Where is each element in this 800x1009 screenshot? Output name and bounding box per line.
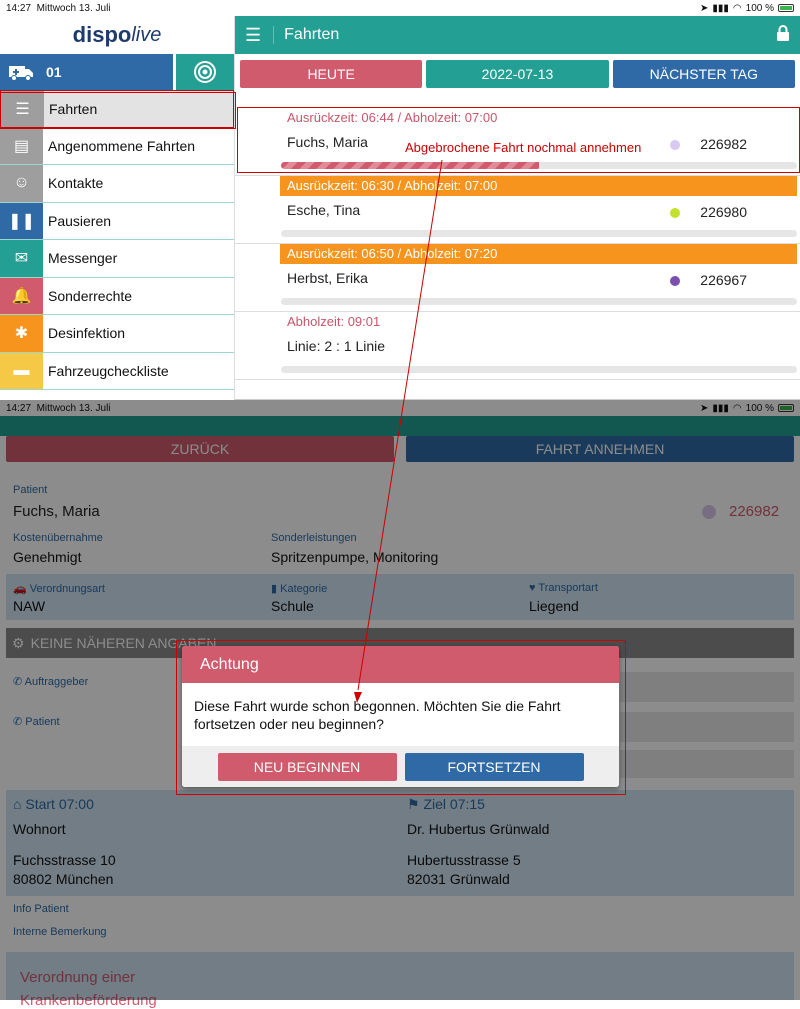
trip-row[interactable]: Abholzeit: 09:01 Linie: 2 : 1 Linie bbox=[235, 312, 800, 380]
trip-progress bbox=[281, 298, 797, 305]
trip-row[interactable]: Ausrückzeit: 06:50 / Abholzeit: 07:20 Her… bbox=[235, 244, 800, 312]
wifi-icon: ◠ bbox=[732, 2, 742, 14]
highlight-fahrten bbox=[0, 92, 236, 129]
trip-name: Linie: 2 : 1 Linie bbox=[287, 338, 386, 354]
trip-times: Abholzeit: 09:01 bbox=[287, 314, 381, 329]
highlight-dialog bbox=[176, 640, 626, 795]
main-panel: ☰ Fahrten HEUTE 2022-07-13 NÄCHSTER TAG … bbox=[235, 16, 800, 400]
logo-main: dispo bbox=[72, 22, 132, 47]
status-bar: 14:27 Mittwoch 13. Juli ➤ ▮▮▮ ◠ 100 % bbox=[0, 0, 800, 16]
sidebar-item-label: Sonderrechte bbox=[48, 287, 133, 304]
vehicle-id: 01 bbox=[46, 64, 62, 80]
page-title: Fahrten bbox=[273, 26, 339, 44]
sidebar-item-desinfektion[interactable]: ✱ Desinfektion bbox=[0, 315, 234, 353]
trip-times: Ausrückzeit: 06:30 / Abholzeit: 07:00 bbox=[280, 176, 797, 196]
radio-button[interactable] bbox=[176, 54, 234, 90]
battery-icon bbox=[778, 4, 794, 12]
broadcast-icon bbox=[194, 61, 216, 83]
users-icon: ☺ bbox=[0, 165, 43, 202]
sidebar-item-sonderrechte[interactable]: 🔔 Sonderrechte bbox=[0, 277, 234, 315]
sidebar-item-kontakte[interactable]: ☺ Kontakte bbox=[0, 165, 234, 203]
sidebar-menu: ☰ Fahrten ▤ Angenommene Fahrten ☺ Kontakte ❚❚ P… bbox=[0, 90, 234, 390]
sidebar-item-label: Angenommene Fahrten bbox=[48, 137, 196, 154]
trip-number: 226967 bbox=[700, 272, 747, 288]
sidebar-item-fahrzeugcheckliste[interactable]: ▬ Fahrzeugcheckliste bbox=[0, 352, 234, 390]
bug-icon: ✱ bbox=[0, 315, 43, 352]
next-day-button[interactable]: NÄCHSTER TAG bbox=[612, 60, 795, 88]
mail-icon: ✉ bbox=[0, 240, 43, 277]
sidebar-item-label: Pausieren bbox=[48, 212, 112, 229]
annotation-text: Abgebrochene Fahrt nochmal annehmen bbox=[405, 140, 642, 155]
trip-progress bbox=[281, 366, 797, 373]
trip-dot bbox=[670, 208, 680, 218]
trip-times: Ausrückzeit: 06:50 / Abholzeit: 07:20 bbox=[280, 244, 797, 264]
trip-number: 226980 bbox=[700, 204, 747, 220]
sidebar-item-angenommene-fahrten[interactable]: ▤ Angenommene Fahrten bbox=[0, 127, 234, 165]
ambulance-icon bbox=[9, 66, 33, 81]
sidebar-item-label: Desinfektion bbox=[48, 325, 126, 342]
lock-icon[interactable] bbox=[776, 24, 790, 46]
pause-icon: ❚❚ bbox=[0, 202, 43, 239]
location-icon: ➤ bbox=[700, 2, 709, 14]
vehicle-bar: 01 bbox=[0, 54, 234, 90]
sidebar-item-label: Kontakte bbox=[48, 175, 104, 192]
trip-row[interactable]: Ausrückzeit: 06:30 / Abholzeit: 07:00 Esc… bbox=[235, 176, 800, 244]
date-button[interactable]: 2022-07-13 bbox=[426, 60, 609, 88]
trip-progress bbox=[281, 230, 797, 237]
divider bbox=[240, 94, 795, 108]
today-button[interactable]: HEUTE bbox=[240, 60, 423, 88]
id-card-icon: ▤ bbox=[0, 127, 43, 164]
trip-dot bbox=[670, 276, 680, 286]
hamburger-icon[interactable]: ☰ bbox=[245, 25, 261, 46]
bell-icon: 🔔 bbox=[0, 277, 43, 314]
logo: dispo live bbox=[0, 16, 234, 54]
book-icon: ▬ bbox=[0, 352, 43, 389]
sidebar-item-label: Messenger bbox=[48, 250, 118, 267]
status-time: 14:27 bbox=[6, 2, 32, 14]
day-buttons: HEUTE 2022-07-13 NÄCHSTER TAG bbox=[235, 54, 800, 94]
logo-sub: live bbox=[131, 23, 162, 46]
battery-text: 100 % bbox=[745, 2, 774, 14]
sidebar: dispo live 01 ☰ Fahrten ▤ Angenommene Fahrte… bbox=[0, 16, 235, 400]
status-date: Mittwoch 13. Juli bbox=[36, 2, 111, 14]
sidebar-item-label: Fahrzeugcheckliste bbox=[48, 362, 169, 379]
sidebar-item-messenger[interactable]: ✉ Messenger bbox=[0, 240, 234, 278]
app-bar: ☰ Fahrten bbox=[235, 16, 800, 54]
signal-icon: ▮▮▮ bbox=[712, 2, 729, 14]
sidebar-item-pausieren[interactable]: ❚❚ Pausieren bbox=[0, 202, 234, 240]
vehicle-button[interactable]: 01 bbox=[0, 54, 173, 90]
